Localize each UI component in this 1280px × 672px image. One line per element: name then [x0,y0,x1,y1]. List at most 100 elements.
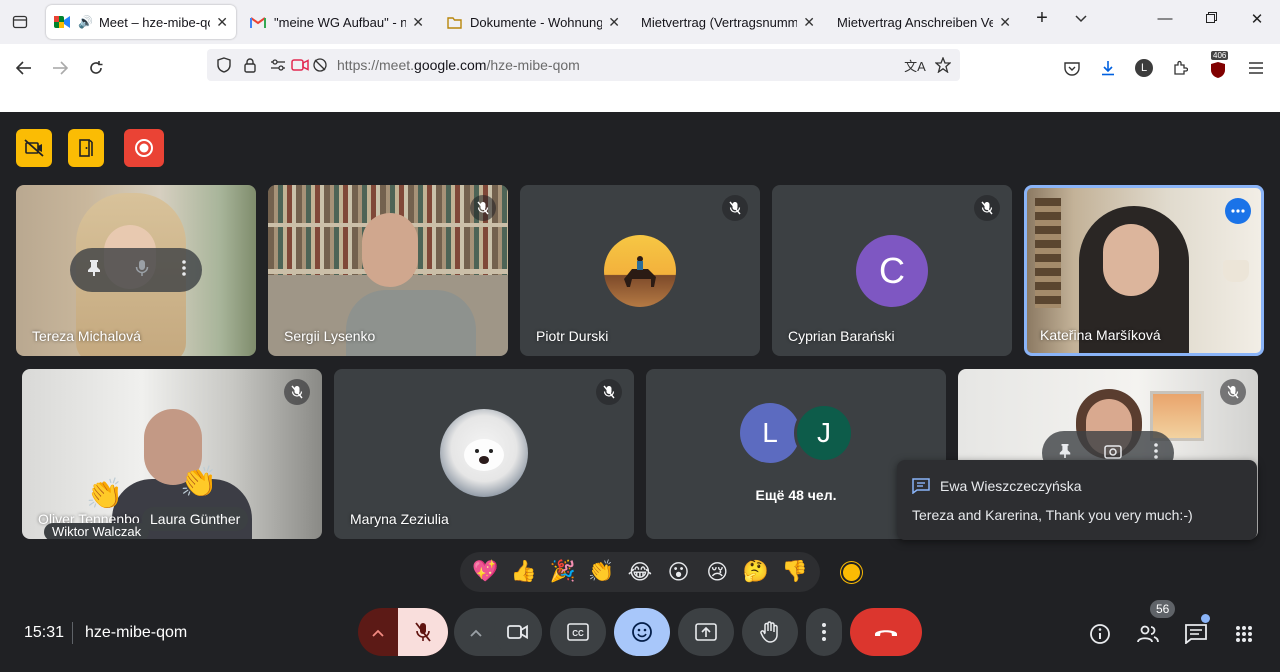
restore-icon[interactable] [1196,10,1226,27]
ublock-icon[interactable]: 406 [1204,51,1232,82]
close-window-icon[interactable]: ✕ [1242,10,1272,28]
chat-message-toast[interactable]: Ewa Wieszczeczyńska Tereza and Karerina,… [897,460,1257,540]
url-bar[interactable]: https://meet.google.com/hze-mibe-qom 文A [207,49,960,81]
navigation-bar: https://meet.google.com/hze-mibe-qom 文A … [0,44,1280,112]
chevron-down-icon[interactable] [1066,10,1096,27]
people-icon[interactable] [1134,620,1162,648]
gmail-icon [250,14,266,30]
present-screen-button[interactable] [678,608,734,656]
avatar [440,409,528,497]
tab-title: Dokumente - Wohnungsg [470,14,603,30]
reaction-heart-button[interactable]: 💖 [467,560,503,584]
tab-meet[interactable]: 🔊 Meet – hze-mibe-qom ✕ [46,5,236,39]
close-tab-icon[interactable]: ✕ [803,14,815,31]
translate-icon[interactable]: 文A [904,54,926,76]
reaction-clap-button[interactable]: 👏 [583,560,619,584]
back-icon[interactable] [10,54,38,82]
profile-avatar[interactable]: L [1130,54,1158,82]
skin-tone-selector[interactable] [841,562,862,583]
participant-tile[interactable]: Sergii Lysenko [268,185,508,356]
participant-name: Kateřina Maršíková [1040,327,1161,343]
participant-tile[interactable]: Oliver Tennenbo 👏 👏 Laura Günther Wiktor… [22,369,322,539]
new-tab-icon[interactable]: + [1027,7,1057,30]
reactions-button[interactable] [614,608,670,656]
microphone-control-group [358,608,448,656]
close-tab-icon[interactable]: ✕ [999,14,1011,31]
pocket-icon[interactable] [1058,54,1086,82]
chat-icon[interactable] [1182,620,1210,648]
downloads-icon[interactable] [1094,54,1122,82]
video-off-indicator-button[interactable] [16,129,52,167]
tab-mietvertrag[interactable]: Mietvertrag (Vertragsnummer ✕ [633,5,823,39]
tab-title: Mietvertrag Anschreiben Verse [837,14,994,30]
leave-call-button[interactable] [850,608,922,656]
tab-title: "meine WG Aufbau" - neu [274,14,407,30]
reload-icon[interactable] [82,54,110,82]
meet-icon [54,14,70,30]
participant-tile[interactable]: C Cyprian Barański [772,185,1012,356]
camera-button[interactable] [494,608,542,656]
url-text[interactable]: https://meet.google.com/hze-mibe-qom [337,57,580,73]
more-options-button[interactable] [806,608,842,656]
participant-name: Maryna Zeziulia [350,511,449,527]
lock-icon[interactable] [239,54,261,76]
participant-tile-active-speaker[interactable]: Kateřina Maršíková [1024,185,1264,356]
reaction-thumbs-up-button[interactable]: 👍 [506,560,542,584]
divider [72,622,73,644]
participant-name: Cyprian Barański [788,328,895,344]
speaker-icon[interactable]: 🔊 [78,15,93,29]
folder-icon [446,14,462,30]
more-options-icon[interactable] [1225,198,1251,224]
camera-in-use-icon[interactable] [289,54,311,76]
tab-gmail[interactable]: "meine WG Aufbau" - neu ✕ [242,5,432,39]
close-tab-icon[interactable]: ✕ [608,14,620,31]
reactions-bar: 💖 👍 🎉 👏 😂 😮 😢 🤔 👎 [460,552,820,592]
reaction-surprised-button[interactable]: 😮 [661,560,697,585]
muted-icon [470,195,496,221]
permissions-icon[interactable] [267,54,289,76]
extension-badge: 406 [1211,51,1229,60]
tab-list-icon[interactable] [10,12,30,32]
chat-icon [912,478,930,499]
tab-documents[interactable]: Dokumente - Wohnungsg ✕ [438,5,628,39]
pin-icon[interactable] [86,259,102,282]
svg-text:CC: CC [572,629,584,638]
mute-participant-icon[interactable] [135,259,149,282]
reaction-sender-label: Laura Günther [142,507,249,531]
reaction-thinking-button[interactable]: 🤔 [738,560,774,584]
reaction-sad-button[interactable]: 😢 [699,560,735,585]
participant-tile[interactable]: Piotr Durski [520,185,760,356]
clapping-hands-icon: 👏 [86,478,124,511]
tab-mietvertrag-anschreiben[interactable]: Mietvertrag Anschreiben Verse ✕ [829,5,1019,39]
clock: 15:31 [24,624,65,641]
participant-video [346,290,476,356]
menu-icon[interactable] [1242,54,1270,82]
participant-tile[interactable]: Maryna Zeziulia [334,369,634,539]
close-tab-icon[interactable]: ✕ [216,14,228,31]
forward-icon[interactable] [46,54,74,82]
participant-video [1103,224,1159,296]
bookmark-star-icon[interactable] [932,54,954,76]
close-tab-icon[interactable]: ✕ [412,14,424,31]
minimize-icon[interactable]: — [1150,10,1180,27]
meeting-details-icon[interactable] [1086,620,1114,648]
chevron-up-icon[interactable] [372,624,384,642]
control-bar: 15:31 hze-mibe-qom CC 56 [0,600,1280,672]
more-options-icon[interactable] [181,259,186,281]
extensions-icon[interactable] [1166,54,1194,82]
chevron-up-icon[interactable] [470,624,482,642]
recording-button[interactable] [124,129,164,167]
reaction-party-button[interactable]: 🎉 [545,560,581,584]
reaction-thumbs-down-button[interactable]: 👎 [777,560,813,584]
reaction-laugh-button[interactable]: 😂 [622,560,658,585]
microphone-blocked-icon[interactable] [309,54,331,76]
tab-title: Mietvertrag (Vertragsnummer [641,14,798,30]
host-controls-button[interactable] [68,129,104,167]
activities-icon[interactable] [1230,620,1258,648]
microphone-off-button[interactable] [398,608,448,656]
participant-tile[interactable]: Tereza Michalová [16,185,256,356]
raise-hand-button[interactable] [742,608,798,656]
captions-button[interactable]: CC [550,608,606,656]
participant-video [1035,198,1061,308]
shield-icon[interactable] [213,54,235,76]
